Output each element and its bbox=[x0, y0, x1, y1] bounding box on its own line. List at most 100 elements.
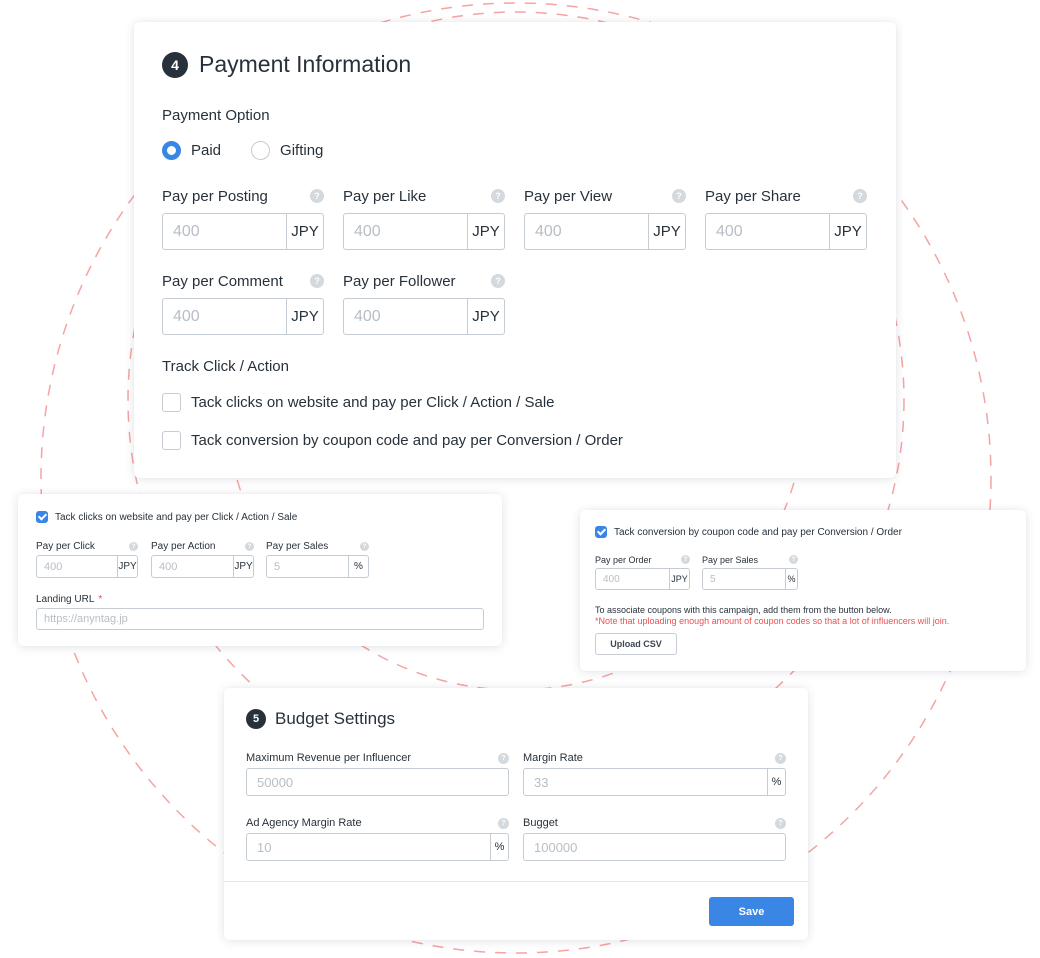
required-mark: * bbox=[98, 594, 103, 605]
help-icon[interactable]: ? bbox=[360, 542, 369, 551]
input-placeholder[interactable]: 5 bbox=[703, 569, 785, 589]
pay-per-click-field: Pay per Click? 400 JPY bbox=[36, 540, 138, 578]
pay-per-sales-input[interactable]: 5% bbox=[702, 568, 798, 590]
currency-unit: JPY bbox=[467, 299, 504, 334]
help-icon[interactable]: ? bbox=[129, 542, 138, 551]
input-placeholder[interactable]: 5 bbox=[267, 556, 348, 577]
pay-per-posting-field: Pay per Posting? 400 JPY bbox=[162, 187, 324, 250]
pay-per-sales-field: Pay per Sales? 5% bbox=[266, 540, 369, 578]
pay-per-view-input[interactable]: 400 JPY bbox=[524, 213, 686, 250]
page-title: Payment Information bbox=[199, 51, 412, 77]
input-placeholder[interactable]: 400 bbox=[163, 299, 286, 334]
section-title: Budget Settings bbox=[275, 709, 396, 728]
track-click-label: Track Click / Action bbox=[162, 358, 289, 375]
pay-per-order-field: Pay per Order? 400 JPY bbox=[595, 553, 690, 590]
budget-input[interactable]: 100000 bbox=[523, 833, 786, 861]
help-icon[interactable]: ? bbox=[775, 817, 786, 829]
pay-per-like-field: Pay per Like? 400 JPY bbox=[343, 187, 505, 250]
percent-unit: % bbox=[767, 769, 785, 795]
input-placeholder[interactable]: 33 bbox=[524, 769, 767, 795]
field-label: Pay per Order bbox=[595, 554, 652, 565]
help-icon[interactable]: ? bbox=[681, 555, 690, 564]
help-icon[interactable]: ? bbox=[789, 555, 798, 564]
pay-per-like-input[interactable]: 400 JPY bbox=[343, 213, 505, 250]
pay-per-sales-input[interactable]: 5% bbox=[266, 555, 369, 578]
ad-agency-margin-input[interactable]: 10% bbox=[246, 833, 509, 861]
help-icon[interactable]: ? bbox=[853, 189, 867, 203]
pay-per-sales-field: Pay per Sales? 5% bbox=[702, 553, 798, 590]
pay-per-posting-input[interactable]: 400 JPY bbox=[162, 213, 324, 250]
payment-information-card: 4 Payment Information Payment Option Pai… bbox=[134, 22, 896, 478]
pay-per-follower-input[interactable]: 400 JPY bbox=[343, 298, 505, 335]
track-clicks-checkbox-row[interactable]: Tack clicks on website and pay per Click… bbox=[162, 393, 555, 412]
currency-unit: JPY bbox=[467, 214, 504, 249]
coupon-instruction-text: To associate coupons with this campaign,… bbox=[595, 605, 892, 615]
radio-paid[interactable]: Paid bbox=[162, 141, 221, 160]
input-placeholder[interactable]: 400 bbox=[596, 569, 669, 589]
track-coupon-checkbox-row[interactable]: Tack conversion by coupon code and pay p… bbox=[162, 431, 623, 450]
checkbox-checked-icon[interactable] bbox=[36, 511, 48, 523]
field-label: Margin Rate bbox=[523, 752, 583, 764]
radio-selected-icon[interactable] bbox=[162, 141, 181, 160]
max-revenue-input[interactable]: 50000 bbox=[246, 768, 509, 796]
field-label: Pay per Click bbox=[36, 541, 95, 552]
step-badge: 5 bbox=[246, 709, 266, 729]
save-button[interactable]: Save bbox=[709, 897, 794, 926]
landing-url-input[interactable]: https://anyntag.jp bbox=[36, 608, 484, 630]
help-icon[interactable]: ? bbox=[498, 752, 509, 764]
input-placeholder[interactable]: 10 bbox=[247, 834, 490, 860]
currency-unit: JPY bbox=[829, 214, 866, 249]
checkbox-label: Tack clicks on website and pay per Click… bbox=[55, 511, 298, 523]
pay-per-click-input[interactable]: 400 JPY bbox=[36, 555, 138, 578]
field-label: Pay per Action bbox=[151, 541, 216, 552]
field-label: Pay per View bbox=[524, 187, 613, 205]
radio-label: Gifting bbox=[280, 142, 324, 159]
input-placeholder[interactable]: 400 bbox=[525, 214, 648, 249]
input-placeholder[interactable]: 100000 bbox=[524, 834, 785, 860]
checkbox-checked-icon[interactable] bbox=[595, 526, 607, 538]
help-icon[interactable]: ? bbox=[245, 542, 254, 551]
click-tracking-card: Tack clicks on website and pay per Click… bbox=[18, 494, 502, 646]
radio-unselected-icon[interactable] bbox=[251, 141, 271, 160]
percent-unit: % bbox=[785, 569, 797, 589]
track-clicks-checkbox-row[interactable]: Tack clicks on website and pay per Click… bbox=[36, 511, 297, 523]
help-icon[interactable]: ? bbox=[491, 189, 505, 203]
input-placeholder[interactable]: 400 bbox=[344, 299, 467, 334]
upload-csv-button[interactable]: Upload CSV bbox=[595, 633, 677, 655]
pay-per-order-input[interactable]: 400 JPY bbox=[595, 568, 690, 590]
currency-unit: JPY bbox=[286, 214, 323, 249]
pay-per-share-input[interactable]: 400 JPY bbox=[705, 213, 867, 250]
input-placeholder[interactable]: 400 bbox=[37, 556, 117, 577]
checkbox[interactable] bbox=[162, 431, 181, 450]
coupon-tracking-card: Tack conversion by coupon code and pay p… bbox=[580, 510, 1026, 671]
field-label: Bugget bbox=[523, 817, 558, 829]
radio-gifting[interactable]: Gifting bbox=[251, 141, 323, 160]
track-coupon-checkbox-row[interactable]: Tack conversion by coupon code and pay p… bbox=[595, 526, 902, 538]
margin-rate-input[interactable]: 33% bbox=[523, 768, 786, 796]
input-placeholder[interactable]: 400 bbox=[344, 214, 467, 249]
currency-unit: JPY bbox=[669, 569, 689, 589]
help-icon[interactable]: ? bbox=[498, 817, 509, 829]
help-icon[interactable]: ? bbox=[672, 189, 686, 203]
input-placeholder[interactable]: 50000 bbox=[247, 769, 508, 795]
percent-unit: % bbox=[490, 834, 508, 860]
field-label: Pay per Like bbox=[343, 187, 427, 205]
pay-per-share-field: Pay per Share? 400 JPY bbox=[705, 187, 867, 250]
input-placeholder[interactable]: https://anyntag.jp bbox=[37, 609, 483, 629]
pay-per-follower-field: Pay per Follower? 400 JPY bbox=[343, 272, 505, 335]
help-icon[interactable]: ? bbox=[775, 752, 786, 764]
radio-label: Paid bbox=[191, 142, 222, 159]
help-icon[interactable]: ? bbox=[491, 274, 505, 288]
input-placeholder[interactable]: 400 bbox=[706, 214, 829, 249]
budget-field: Bugget? 100000 bbox=[523, 816, 786, 861]
field-label: Pay per Sales bbox=[702, 554, 759, 565]
pay-per-action-input[interactable]: 400 JPY bbox=[151, 555, 254, 578]
ad-agency-margin-field: Ad Agency Margin Rate? 10% bbox=[246, 816, 509, 861]
help-icon[interactable]: ? bbox=[310, 189, 324, 203]
input-placeholder[interactable]: 400 bbox=[163, 214, 286, 249]
checkbox[interactable] bbox=[162, 393, 181, 412]
help-icon[interactable]: ? bbox=[310, 274, 324, 288]
input-placeholder[interactable]: 400 bbox=[152, 556, 233, 577]
percent-unit: % bbox=[348, 556, 368, 577]
pay-per-comment-input[interactable]: 400 JPY bbox=[162, 298, 324, 335]
